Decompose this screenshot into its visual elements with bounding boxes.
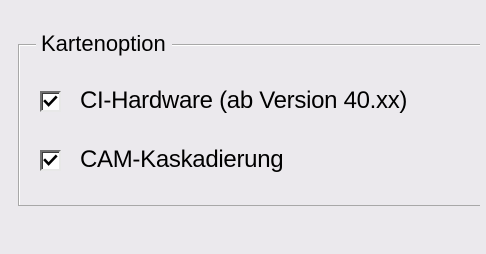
ci-hardware-label: CI-Hardware (ab Version 40.xx) [80, 87, 408, 114]
ci-hardware-checkbox[interactable] [40, 90, 61, 112]
card-options-groupbox [18, 44, 480, 206]
ci-hardware-option[interactable]: CI-Hardware (ab Version 40.xx) [40, 87, 407, 115]
checkmark-icon [43, 95, 58, 107]
cam-cascading-option[interactable]: CAM-Kaskadierung [40, 146, 284, 174]
checkmark-icon [43, 154, 58, 166]
groupbox-title: Kartenoption [36, 31, 172, 57]
cam-cascading-checkbox[interactable] [40, 149, 61, 171]
cam-cascading-label: CAM-Kaskadierung [80, 146, 284, 173]
